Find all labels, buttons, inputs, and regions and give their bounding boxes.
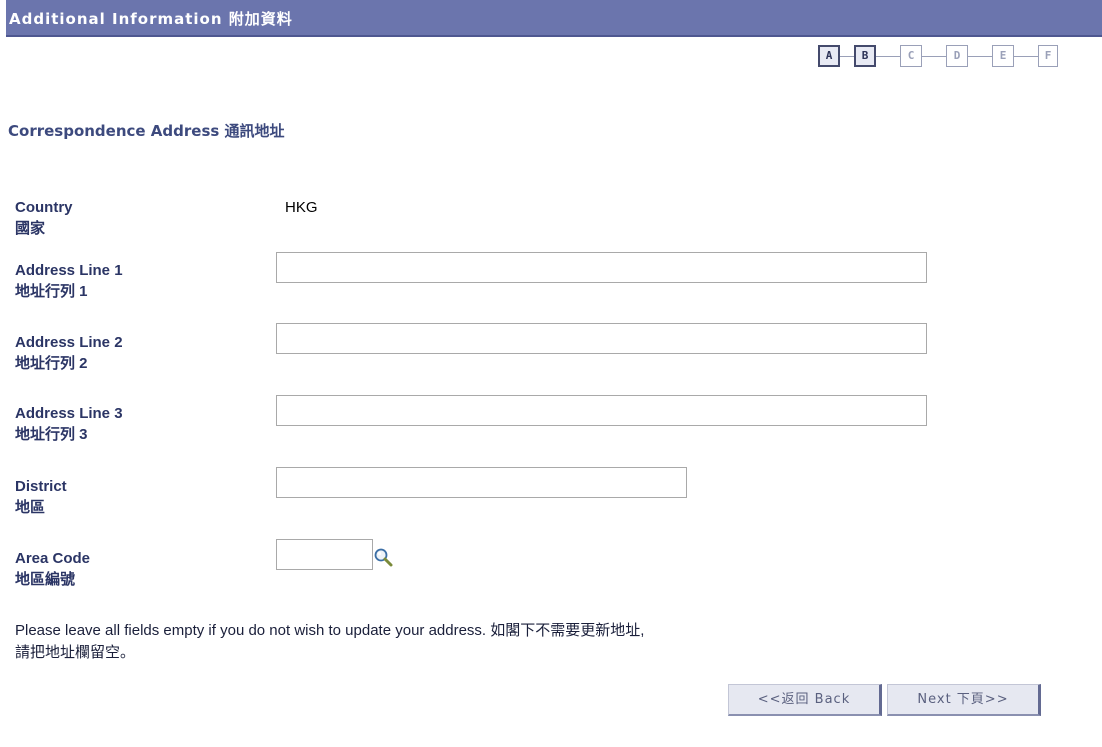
step-connector (922, 56, 946, 57)
step-e: E (992, 45, 1014, 67)
address-line-2-input[interactable] (276, 323, 927, 354)
district-input[interactable] (276, 467, 687, 498)
step-f: F (1038, 45, 1058, 67)
header-bar: Additional Information 附加資料 (6, 0, 1102, 37)
step-b: B (854, 45, 876, 67)
address-line-3-label: Address Line 3 地址行列 3 (15, 405, 123, 443)
address-line-1-label: Address Line 1 地址行列 1 (15, 262, 123, 300)
section-title: Correspondence Address 通訊地址 (8, 122, 285, 140)
back-button[interactable]: <<返回 Back (728, 684, 882, 716)
page-title: Additional Information 附加資料 (9, 10, 293, 28)
magnifier-icon[interactable] (373, 547, 395, 569)
step-c: C (900, 45, 922, 67)
address-line-1-input[interactable] (276, 252, 927, 283)
area-code-label: Area Code 地區編號 (15, 550, 91, 588)
country-value: HKG (285, 199, 318, 216)
step-connector (968, 56, 992, 57)
address-note: Please leave all fields empty if you do … (15, 622, 645, 661)
step-d: D (946, 45, 968, 67)
district-label: District 地區 (15, 478, 67, 516)
address-line-2-label: Address Line 2 地址行列 2 (15, 334, 123, 372)
step-connector (840, 56, 854, 57)
step-connector (1014, 56, 1038, 57)
step-a: A (818, 45, 840, 67)
step-connector (876, 56, 900, 57)
address-line-3-input[interactable] (276, 395, 927, 426)
area-code-input[interactable] (276, 539, 373, 570)
country-label: Country 國家 (15, 199, 73, 237)
next-button[interactable]: Next 下頁>> (887, 684, 1041, 716)
